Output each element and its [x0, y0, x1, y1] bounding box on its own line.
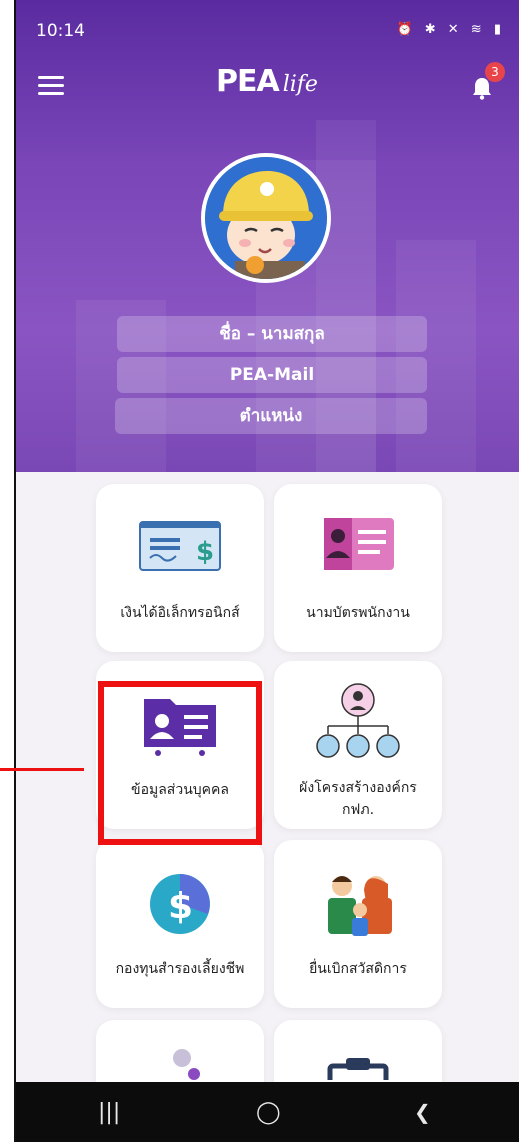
position-field: ตำแหน่ง: [115, 398, 427, 434]
menu-card-business-card[interactable]: นามบัตรพนักงาน: [274, 484, 442, 652]
back-button[interactable]: ❮: [414, 1100, 431, 1124]
annotation-highlight-box: [98, 681, 262, 845]
menu-card-provident-fund[interactable]: $ กองทุนสำรองเลี้ยงชีพ: [96, 840, 264, 1008]
card-label: ผังโครงสร้างองค์กร กฟภ.: [299, 780, 417, 818]
avatar[interactable]: [201, 153, 331, 283]
id-card-icon: [324, 518, 394, 570]
name-field: ชื่อ – นามสกุล: [117, 316, 427, 352]
svg-text:$: $: [196, 537, 214, 567]
salary-slip-icon: $: [139, 521, 221, 571]
card-label: กองทุนสำรองเลี้ยงชีพ: [115, 961, 245, 977]
recent-apps-button[interactable]: |||: [98, 1100, 120, 1125]
svg-text:$: $: [168, 886, 193, 927]
card-label: ยื่นเบิกสวัสดิการ: [309, 961, 407, 977]
status-icons: ⏰ ✱ ✕ ≋ ▮: [396, 22, 505, 37]
menu-card-welfare[interactable]: ยื่นเบิกสวัสดิการ: [274, 840, 442, 1008]
card-label: เงินได้อิเล็กทรอนิกส์: [120, 605, 240, 621]
hamburger-menu-icon[interactable]: [38, 76, 64, 96]
person-icon: [173, 1049, 200, 1080]
profile-header: 10:14 ⏰ ✱ ✕ ≋ ▮ PEA life 3 ชื่อ – นามสกุ…: [16, 0, 519, 472]
home-button[interactable]: ◯: [256, 1100, 281, 1125]
mail-field: PEA-Mail: [117, 357, 427, 393]
annotation-pointer: [0, 768, 84, 771]
status-time: 10:14: [36, 21, 85, 41]
card-label: นามบัตรพนักงาน: [306, 605, 410, 621]
status-bar: 10:14 ⏰ ✱ ✕ ≋ ▮: [16, 0, 519, 44]
phone-screen: 10:14 ⏰ ✱ ✕ ≋ ▮ PEA life 3 ชื่อ – นามสกุ…: [14, 0, 519, 1142]
menu-card-org-chart[interactable]: ผังโครงสร้างองค์กร กฟภ.: [274, 661, 442, 829]
menu-card-e-salary[interactable]: $ เงินได้อิเล็กทรอนิกส์: [96, 484, 264, 652]
app-logo: PEA life: [216, 64, 318, 99]
org-chart-icon: [316, 683, 400, 758]
family-welfare-icon: [328, 876, 392, 936]
brand-sub: life: [282, 72, 318, 97]
mascot-avatar-icon: [205, 157, 327, 279]
system-nav-bar: ||| ◯ ❮: [16, 1082, 519, 1142]
clipboard-icon: [327, 1058, 389, 1089]
brand-main: PEA: [216, 64, 280, 99]
provident-fund-icon: $: [150, 874, 210, 934]
notification-badge: 3: [485, 62, 505, 82]
